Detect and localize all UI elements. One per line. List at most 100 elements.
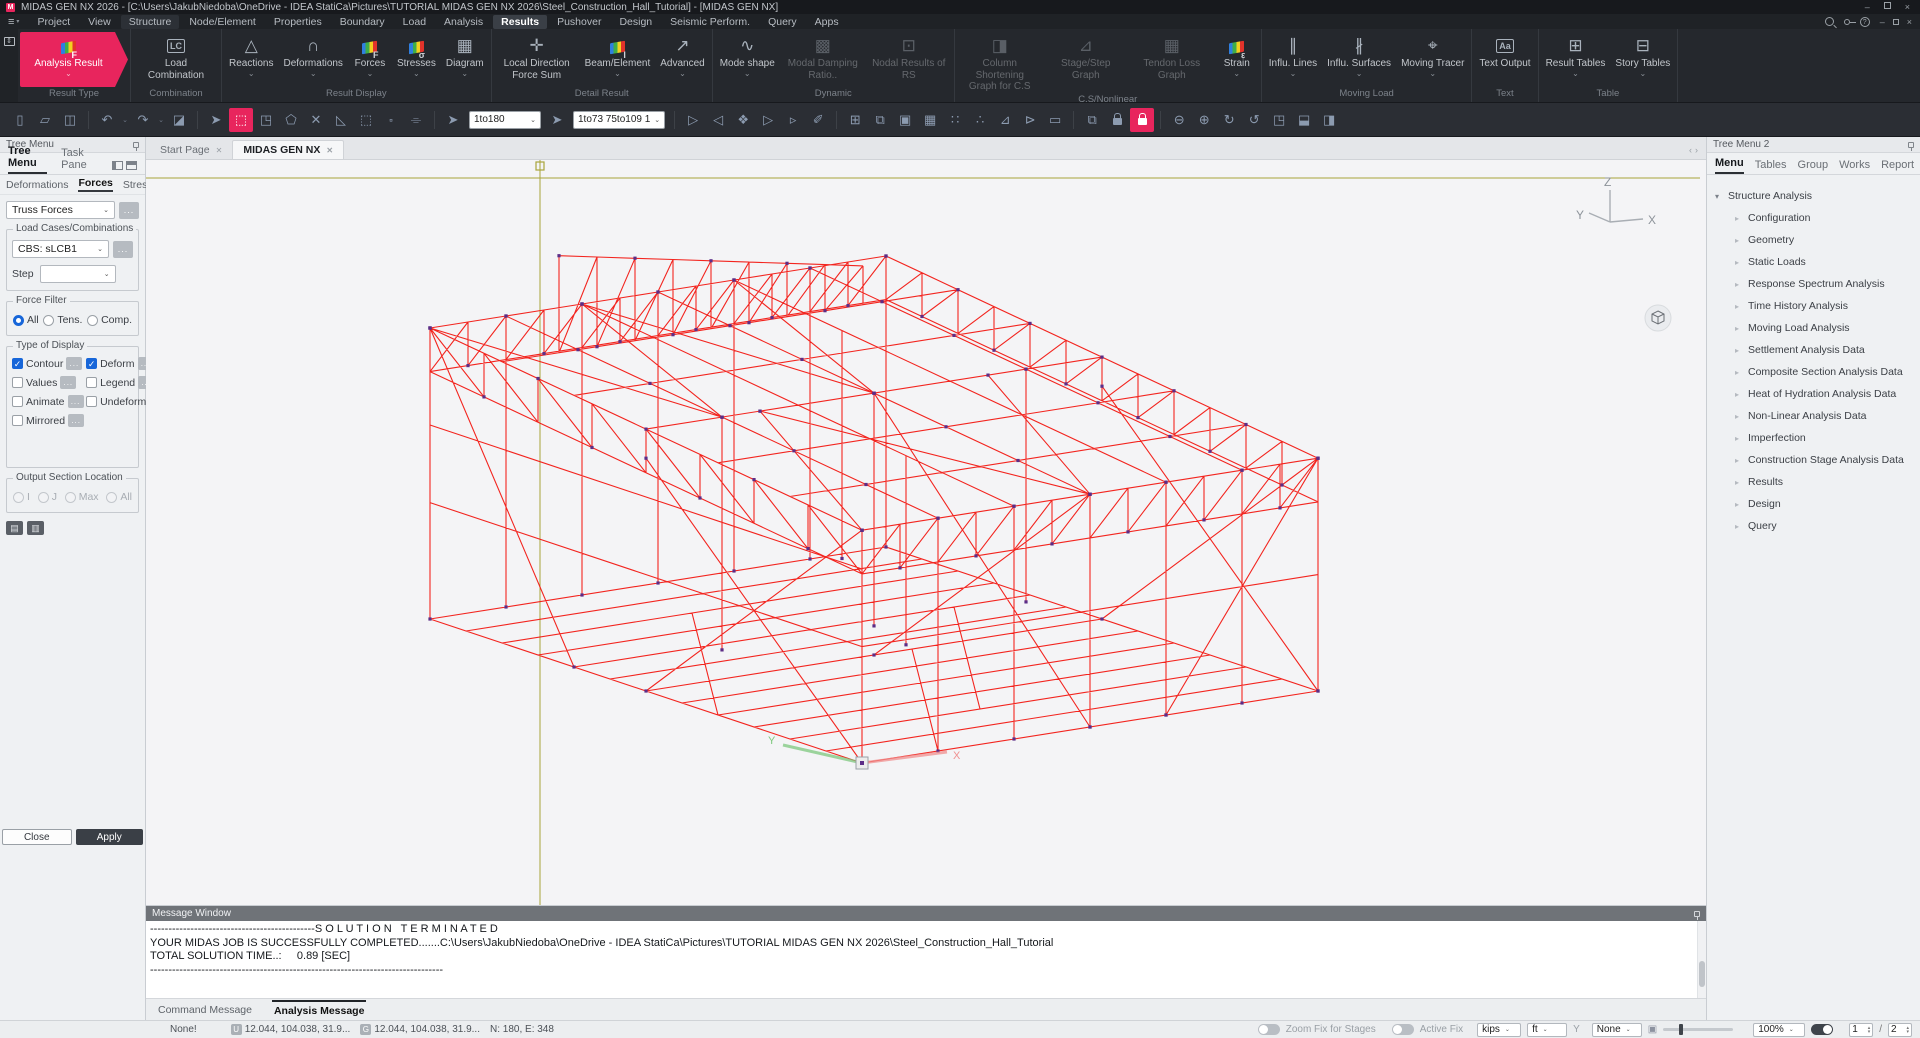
ribbon-mode-shape[interactable]: ∿Mode shape⌄: [715, 32, 780, 87]
auto-hide-ribbon-icon[interactable]: ⇕: [4, 37, 15, 46]
right-tab-menu[interactable]: Menu: [1715, 157, 1744, 174]
zoom-out-icon[interactable]: ⊖: [1167, 108, 1191, 132]
menu-item-properties[interactable]: Properties: [266, 15, 330, 29]
result-tables-dropdown-icon[interactable]: ⌄: [1572, 70, 1579, 77]
load-case-combo[interactable]: CBS: sLCB1⌄: [12, 240, 109, 258]
pin-icon[interactable]: [133, 142, 139, 148]
select-polygon-icon[interactable]: ⬠: [279, 108, 303, 132]
ribbon-result-tables[interactable]: ⊞Result Tables⌄: [1541, 32, 1611, 87]
menu-item-boundary[interactable]: Boundary: [332, 15, 393, 29]
doc-close-icon[interactable]: ×: [1907, 17, 1912, 27]
tree-node-results[interactable]: ▸Results: [1713, 471, 1920, 493]
menu-item-design[interactable]: Design: [611, 15, 660, 29]
restore-icon[interactable]: [1884, 2, 1891, 9]
page-total-spinner[interactable]: 2▴▾: [1888, 1023, 1912, 1037]
menu-item-project[interactable]: Project: [29, 15, 78, 29]
result-type-combo[interactable]: Truss Forces⌄: [6, 201, 115, 219]
tree-node-imperfection[interactable]: ▸Imperfection: [1713, 427, 1920, 449]
split-horizontal-icon[interactable]: [126, 161, 137, 170]
windows-cascade-icon[interactable]: ⧉: [868, 108, 892, 132]
expand-icon[interactable]: ▸: [1733, 434, 1741, 443]
tab-scroll-left-icon[interactable]: ‹: [1689, 145, 1692, 155]
select-recent-icon[interactable]: ⬞: [379, 108, 403, 132]
tab-scroll-right-icon[interactable]: ›: [1695, 145, 1698, 155]
load-case-options-button[interactable]: ...: [113, 241, 133, 258]
iso-view-icon[interactable]: ◳: [1267, 108, 1291, 132]
select-window-icon[interactable]: ⬚: [229, 108, 253, 132]
select-visible-icon[interactable]: ◳: [254, 108, 278, 132]
tree-node-composite-section-analysis-data[interactable]: ▸Composite Section Analysis Data: [1713, 361, 1920, 383]
deform-checkbox[interactable]: ✓: [86, 358, 97, 369]
doc-tab-start-page[interactable]: Start Page✕: [150, 141, 232, 159]
hamburger-icon[interactable]: ≡▾: [8, 16, 19, 28]
front-view-icon[interactable]: ◨: [1317, 108, 1341, 132]
influence-lines-dropdown-icon[interactable]: ⌄: [1290, 70, 1297, 77]
expand-icon[interactable]: ▸: [1733, 302, 1741, 311]
mirrored-checkbox[interactable]: [12, 415, 23, 426]
animate-checkbox[interactable]: [12, 396, 23, 407]
select-by-named-icon[interactable]: ➤: [545, 108, 569, 132]
message-pin-icon[interactable]: [1694, 911, 1700, 917]
expand-icon[interactable]: ▸: [1733, 324, 1741, 333]
right-tab-group[interactable]: Group: [1798, 159, 1829, 174]
values-options-button[interactable]: ...: [60, 376, 76, 389]
ribbon-stresses[interactable]: σStresses⌄: [392, 32, 441, 87]
unselect-window-icon[interactable]: ◁: [706, 108, 730, 132]
ribbon-deformations[interactable]: ∩Deformations⌄: [278, 32, 347, 87]
tree-node-heat-of-hydration-analysis-data[interactable]: ▸Heat of Hydration Analysis Data: [1713, 383, 1920, 405]
help-icon[interactable]: ?: [1860, 17, 1870, 27]
undo-options-icon[interactable]: ⌄: [120, 108, 130, 132]
collapse-icon[interactable]: ▾: [1713, 192, 1721, 201]
unselect-pen-icon[interactable]: ✐: [806, 108, 830, 132]
tree-node-moving-load-analysis[interactable]: ▸Moving Load Analysis: [1713, 317, 1920, 339]
element-numbers-icon[interactable]: ⊿: [993, 108, 1017, 132]
menu-item-load[interactable]: Load: [395, 15, 434, 29]
values-checkbox[interactable]: [12, 377, 23, 388]
tree-node-geometry[interactable]: ▸Geometry: [1713, 229, 1920, 251]
apply-button[interactable]: Apply: [76, 829, 144, 845]
result-type-options-button[interactable]: ...: [119, 202, 139, 219]
unselect-poly-icon[interactable]: ▹: [781, 108, 805, 132]
tree-node-settlement-analysis-data[interactable]: ▸Settlement Analysis Data: [1713, 339, 1920, 361]
menu-item-apps[interactable]: Apps: [807, 15, 847, 29]
deformations-dropdown-icon[interactable]: ⌄: [310, 70, 317, 77]
menu-item-pushover[interactable]: Pushover: [549, 15, 609, 29]
select-plane-icon[interactable]: ◺: [329, 108, 353, 132]
node-display-icon[interactable]: ∷: [943, 108, 967, 132]
select-pointer-icon[interactable]: ➤: [204, 108, 228, 132]
render-options-icon[interactable]: ⧉: [1080, 108, 1104, 132]
tree-node-query[interactable]: ▸Query: [1713, 515, 1920, 537]
tree-node-response-spectrum-analysis[interactable]: ▸Response Spectrum Analysis: [1713, 273, 1920, 295]
tab-tree-menu[interactable]: Tree Menu: [8, 145, 47, 174]
select-identity-icon[interactable]: ⌯: [404, 108, 428, 132]
stresses-dropdown-icon[interactable]: ⌄: [413, 70, 420, 77]
menu-item-analysis[interactable]: Analysis: [436, 15, 491, 29]
tree-node-structure-analysis[interactable]: ▾Structure Analysis: [1713, 185, 1920, 207]
tree-node-time-history-analysis[interactable]: ▸Time History Analysis: [1713, 295, 1920, 317]
select-intersect-icon[interactable]: ✕: [304, 108, 328, 132]
forces-dropdown-icon[interactable]: ⌄: [367, 70, 374, 77]
undo-icon[interactable]: ↶: [95, 108, 119, 132]
unselect-line-icon[interactable]: ▷: [756, 108, 780, 132]
close-button[interactable]: Close: [2, 829, 72, 845]
tab-close-icon[interactable]: ✕: [216, 146, 223, 155]
ribbon-beam-element[interactable]: IBeam/Element⌄: [580, 32, 656, 87]
expand-icon[interactable]: ▸: [1733, 478, 1741, 487]
ribbon-advanced[interactable]: ↗Advanced⌄: [655, 32, 709, 87]
menu-item-node-element[interactable]: Node/Element: [181, 15, 264, 29]
save-image-button[interactable]: ▤: [6, 521, 23, 535]
ribbon-influence-lines[interactable]: ∥Influ. Lines⌄: [1264, 32, 1322, 87]
message-scrollbar[interactable]: [1697, 921, 1706, 998]
dark-mode-toggle[interactable]: [1811, 1024, 1833, 1035]
zoom-in-icon[interactable]: ⊕: [1192, 108, 1216, 132]
right-tab-report[interactable]: Report: [1881, 159, 1914, 174]
copy-image-button[interactable]: ▥: [27, 521, 44, 535]
expand-icon[interactable]: ▸: [1733, 412, 1741, 421]
display-option-contour[interactable]: ✓Contour...: [12, 357, 84, 370]
expand-icon[interactable]: ▸: [1733, 390, 1741, 399]
expand-icon[interactable]: ▸: [1733, 346, 1741, 355]
display-option-values[interactable]: Values...: [12, 376, 84, 389]
top-view-icon[interactable]: ⬓: [1292, 108, 1316, 132]
step-combo[interactable]: ⌄: [40, 265, 116, 283]
filter-tens-radio[interactable]: Tens.: [43, 314, 82, 326]
